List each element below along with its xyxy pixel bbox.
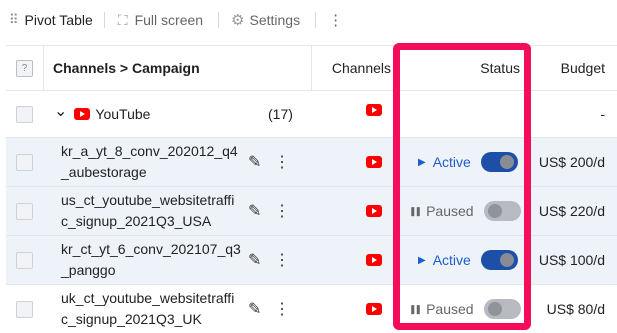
status-cell: ▶ Active <box>418 236 518 284</box>
pivot-table: ? Channels > Campaign Channels Status Bu… <box>6 45 617 327</box>
group-checkbox[interactable] <box>16 105 33 123</box>
campaign-name-cell: uk_ct_youtube_websitetraffic_signup_2021… <box>61 285 241 333</box>
edit-icon[interactable]: ✎ <box>248 285 261 333</box>
row-checkbox[interactable] <box>16 251 33 269</box>
edit-icon[interactable]: ✎ <box>248 187 261 235</box>
play-icon: ▶ <box>418 254 426 266</box>
budget-cell: US$ 220/d <box>538 203 605 219</box>
campaign-name[interactable]: uk_ct_youtube_websitetraffic_signup_2021… <box>61 288 241 330</box>
group-count: (17) <box>268 106 293 122</box>
toolbar-divider <box>315 12 317 28</box>
table-row: uk_ct_youtube_websitetraffic_signup_2021… <box>6 285 617 333</box>
toolbar-divider <box>218 12 220 28</box>
table-row: kr_ct_yt_6_conv_202107_q3_panggo ✎ ⋮ ▶ A… <box>6 236 617 285</box>
status-toggle[interactable] <box>483 201 521 221</box>
status-label: Active <box>432 252 471 268</box>
table-row: us_ct_youtube_websitetraffic_signup_2021… <box>6 187 617 236</box>
table-header-row: ? Channels > Campaign Channels Status Bu… <box>6 46 617 91</box>
status-label: Paused <box>426 301 474 317</box>
group-expander[interactable]: ⌄ YouTube <box>54 91 150 137</box>
status-toggle[interactable] <box>480 250 518 270</box>
toggle-knob <box>487 204 502 218</box>
row-checkbox[interactable] <box>16 202 33 220</box>
row-checkbox-cell <box>16 236 33 284</box>
row-checkbox-cell <box>16 187 33 235</box>
status-label: Active <box>432 154 471 170</box>
status-cell: ❚❚ Paused <box>409 285 521 333</box>
table-row: kr_a_yt_8_conv_202012_q4_aubestorage ✎ ⋮… <box>6 138 617 187</box>
group-row-youtube: ⌄ YouTube (17) - <box>6 91 617 138</box>
youtube-icon <box>74 108 91 120</box>
pivot-table-button[interactable]: ⠿ Pivot Table <box>0 0 93 40</box>
status-toggle[interactable] <box>480 152 518 172</box>
status-cell: ▶ Active <box>418 138 518 186</box>
campaign-name-cell: kr_ct_yt_6_conv_202107_q3_panggo <box>61 236 241 284</box>
group-checkbox-cell <box>16 91 33 137</box>
campaign-name-cell: us_ct_youtube_websitetraffic_signup_2021… <box>61 187 241 235</box>
youtube-icon <box>366 205 382 217</box>
channel-cell <box>366 236 382 284</box>
toggle-knob <box>499 253 514 267</box>
more-vertical-icon[interactable]: ⋮ <box>274 138 290 186</box>
channels-column-header[interactable]: Channels <box>311 46 391 90</box>
campaign-name[interactable]: kr_a_yt_8_conv_202012_q4_aubestorage <box>61 141 241 183</box>
chevron-down-icon: ⌄ <box>54 103 68 120</box>
toolbar-more-button[interactable]: ⋮ <box>328 0 343 40</box>
status-label: Paused <box>426 203 474 219</box>
play-icon: ▶ <box>418 156 426 168</box>
pause-icon: ❚❚ <box>409 205 422 216</box>
row-checkbox[interactable] <box>16 300 33 318</box>
campaign-name[interactable]: kr_ct_yt_6_conv_202107_q3_panggo <box>61 239 241 281</box>
row-checkbox[interactable] <box>16 153 33 171</box>
budget-cell: US$ 200/d <box>538 154 605 170</box>
settings-button[interactable]: ⚙ Settings <box>231 0 300 40</box>
settings-label: Settings <box>249 12 301 28</box>
campaign-column-header[interactable]: Channels > Campaign <box>53 46 200 90</box>
youtube-icon <box>366 303 382 315</box>
youtube-icon <box>366 104 382 116</box>
campaign-name[interactable]: us_ct_youtube_websitetraffic_signup_2021… <box>61 190 241 232</box>
drag-handle-icon: ⠿ <box>9 12 18 27</box>
toolbar: ⠿ Pivot Table ⛶ Full screen ⚙ Settings ⋮ <box>0 0 617 40</box>
select-all-checkbox[interactable]: ? <box>16 59 33 77</box>
toggle-knob <box>487 302 502 316</box>
channel-cell <box>366 285 382 333</box>
channel-cell <box>366 138 382 186</box>
channel-cell <box>366 187 382 235</box>
column-divider <box>43 46 44 90</box>
channel-cell <box>366 87 382 133</box>
budget-cell: US$ 100/d <box>538 252 605 268</box>
more-vertical-icon[interactable]: ⋮ <box>274 187 290 235</box>
toolbar-divider <box>103 12 105 28</box>
row-checkbox-cell <box>16 285 33 333</box>
campaign-name-cell: kr_a_yt_8_conv_202012_q4_aubestorage <box>61 138 241 186</box>
group-name: YouTube <box>95 106 151 122</box>
status-cell: ❚❚ Paused <box>409 187 521 235</box>
more-vertical-icon[interactable]: ⋮ <box>274 236 290 284</box>
more-vertical-icon[interactable]: ⋮ <box>274 285 290 333</box>
fullscreen-icon: ⛶ <box>117 11 128 28</box>
youtube-icon <box>366 156 382 168</box>
budget-cell: US$ 80/d <box>546 301 605 317</box>
select-all-cell: ? <box>16 46 33 90</box>
gear-icon: ⚙ <box>231 12 245 29</box>
status-column-header[interactable]: Status <box>398 46 520 90</box>
pivot-table-label: Pivot Table <box>24 12 93 28</box>
fullscreen-label: Full screen <box>134 12 204 28</box>
youtube-icon <box>366 254 382 266</box>
group-budget: - <box>600 106 605 122</box>
pause-icon: ❚❚ <box>409 303 422 314</box>
row-checkbox-cell <box>16 138 33 186</box>
fullscreen-button[interactable]: ⛶ Full screen <box>118 0 203 40</box>
status-toggle[interactable] <box>483 299 521 319</box>
more-vertical-icon: ⋮ <box>328 12 344 29</box>
edit-icon[interactable]: ✎ <box>248 138 261 186</box>
edit-icon[interactable]: ✎ <box>248 236 261 284</box>
toggle-knob <box>499 155 514 169</box>
budget-column-header[interactable]: Budget <box>530 46 605 90</box>
